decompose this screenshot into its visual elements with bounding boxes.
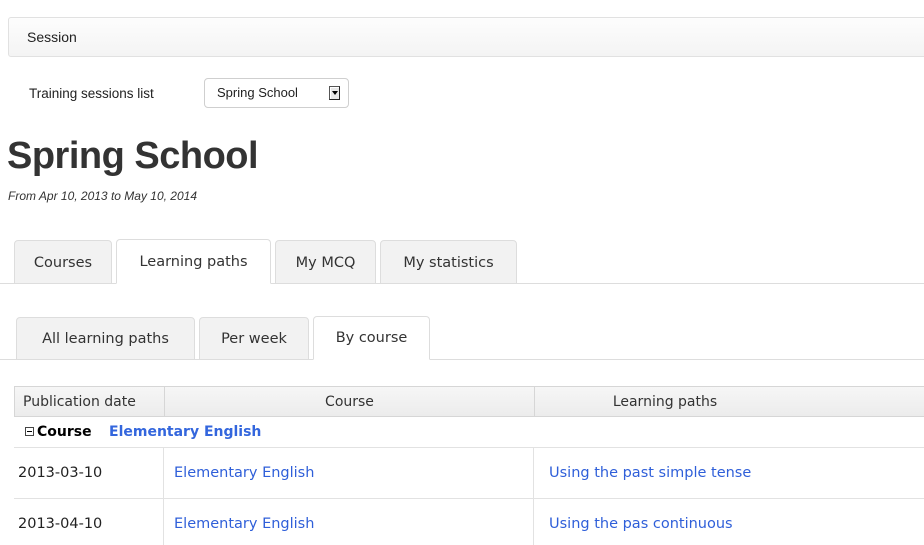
tab-courses[interactable]: Courses [14,240,112,284]
course-link[interactable]: Elementary English [164,448,534,499]
course-link[interactable]: Elementary English [164,499,534,545]
training-sessions-selected-value: Spring School [217,85,298,100]
table-header: Publication date Course Learning paths [14,386,924,417]
tab-learning-paths[interactable]: Learning paths [116,239,271,284]
column-header-course[interactable]: Course [165,387,535,417]
learning-path-link[interactable]: Using the pas continuous [534,499,924,545]
training-sessions-select[interactable]: Spring School [204,78,349,108]
group-course-link[interactable]: Elementary English [109,424,261,440]
dropdown-arrow-icon[interactable] [329,86,340,100]
tab-by-course[interactable]: By course [313,316,430,360]
session-date-range: From Apr 10, 2013 to May 10, 2014 [8,189,197,203]
learning-path-link[interactable]: Using the past simple tense [534,448,924,499]
page: Session Training sessions list Spring Sc… [0,0,924,545]
publication-date-cell: 2013-03-10 [14,448,164,499]
tab-my-mcq[interactable]: My MCQ [275,240,376,284]
tab-my-statistics[interactable]: My statistics [380,240,517,284]
learning-paths-subtabs: All learning paths Per week By course [0,316,924,360]
tab-per-week[interactable]: Per week [199,317,309,360]
column-header-publication-date[interactable]: Publication date [15,387,165,417]
table-row: 2013-04-10 Elementary English Using the … [14,499,924,545]
course-group-row: Course Elementary English [14,417,924,448]
main-tabs: Courses Learning paths My MCQ My statist… [0,239,924,284]
table-row: 2013-03-10 Elementary English Using the … [14,448,924,499]
collapse-icon[interactable] [25,427,34,436]
session-bar-title: Session [27,29,77,45]
tab-all-learning-paths[interactable]: All learning paths [16,317,195,360]
publication-date-cell: 2013-04-10 [14,499,164,545]
page-title: Spring School [7,135,259,177]
training-sessions-label: Training sessions list [29,86,154,101]
session-bar: Session [8,17,924,57]
group-label: Course [37,424,92,440]
column-header-learning-paths[interactable]: Learning paths [535,387,924,417]
